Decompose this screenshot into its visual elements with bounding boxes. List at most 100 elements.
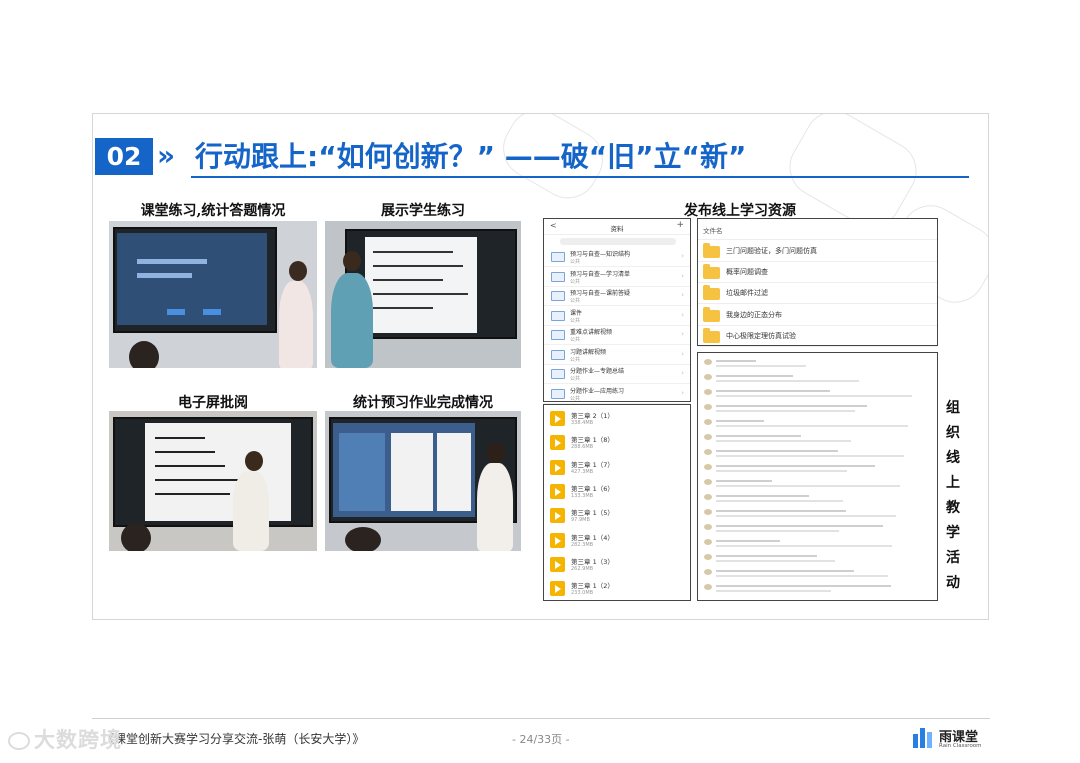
list-item-sub: 公共 — [570, 278, 581, 285]
folder-icon — [703, 243, 720, 258]
list-item-name: 习题讲解视频 — [570, 348, 607, 356]
vertical-label-char: 上 — [946, 475, 960, 491]
list-item-sub: 公共 — [570, 298, 581, 304]
video-list-item[interactable]: 第三章 1（2） 233.0MB — [544, 577, 690, 601]
video-list-item[interactable]: 第三章 1（5） 97.9MB — [544, 504, 690, 528]
video-list-item[interactable]: 第三章 1（7） 427.3MB — [544, 456, 690, 480]
phone-list-item[interactable]: 预习与自查—学习清单 公共 › — [544, 267, 690, 287]
post-line — [716, 380, 859, 382]
vertical-label-char: 活 — [946, 550, 960, 566]
avatar — [704, 464, 712, 470]
video-name: 第三章 1（2） — [571, 582, 614, 591]
video-name: 第三章 1（7） — [571, 460, 614, 469]
folder-list-header: 文件名 — [703, 227, 723, 235]
chevron-right-icon: › — [681, 369, 684, 377]
post-line — [716, 410, 855, 412]
page-number: - 24/33页 - — [512, 733, 570, 746]
vertical-label-char: 学 — [946, 525, 960, 541]
video-play-icon — [550, 508, 565, 524]
chevron-right-icon: › — [681, 349, 684, 358]
logo-text-en: Rain Classroom — [939, 743, 982, 749]
avatar — [704, 569, 712, 575]
phone-title: 资料 — [610, 225, 624, 233]
post-line — [716, 510, 846, 512]
phone-list-item[interactable]: 习题讲解视频 公共 › — [544, 345, 690, 365]
video-play-icon — [550, 532, 565, 548]
footer-divider — [92, 718, 990, 719]
vertical-label-char: 组 — [946, 400, 960, 416]
chevron-right-icon: › — [681, 388, 684, 397]
video-size: 262.9MB — [571, 565, 594, 572]
photo-student-work — [325, 221, 521, 368]
list-item-name: 分题作业—应用练习 — [570, 387, 625, 395]
folder-item[interactable]: 我身边的正态分布 — [698, 305, 937, 326]
phone-list-item[interactable]: 分题作业—专题总结 公共 › — [544, 364, 690, 384]
folder-icon — [551, 271, 565, 282]
video-name: 第三章 1（8） — [571, 436, 614, 445]
list-item-name: 重难点讲解视频 — [570, 329, 613, 336]
folder-icon — [703, 264, 720, 280]
avatar — [704, 404, 712, 410]
post-line — [716, 450, 838, 452]
video-list-item[interactable]: 第三章 1（8） 288.6MB — [544, 431, 690, 455]
post-line — [716, 575, 888, 577]
video-list-item[interactable]: 第三章 1（4） 282.3MB — [544, 529, 690, 553]
chevron-right-icon: › — [681, 310, 684, 319]
phone-list-item[interactable]: 重难点讲解视频 公共 › — [544, 325, 690, 345]
avatar — [704, 419, 712, 425]
post-line — [716, 455, 904, 457]
rain-classroom-logo-icon — [913, 728, 935, 750]
video-play-icon — [550, 556, 565, 572]
video-list-item[interactable]: 第三章 1（6） 133.3MB — [544, 480, 690, 504]
slide-header: 02 » 行动跟上:“如何创新？” ——破“旧”立“新” — [95, 138, 970, 178]
list-item-sub: 公共 — [570, 317, 581, 324]
phone-list-item[interactable]: 预习与自查—课前答疑 公共 › — [544, 286, 690, 306]
chevron-right-icon: › — [681, 271, 684, 280]
avatar — [704, 524, 712, 530]
post-line — [716, 365, 806, 367]
phone-search-bar[interactable] — [560, 238, 676, 245]
post-line — [716, 485, 900, 487]
slide-page: 02 » 行动跟上:“如何创新？” ——破“旧”立“新” 课堂练习,统计答题情况… — [0, 0, 1080, 763]
post-line — [716, 480, 772, 482]
folder-item[interactable]: 概率问题调查 — [698, 262, 937, 284]
double-chevron-icon: » — [157, 139, 175, 172]
post-line — [716, 560, 835, 562]
list-item-name: 预习与自查—知识结构 — [570, 251, 631, 258]
folder-item[interactable]: 三门问题验证，多门问题仿真 — [698, 241, 937, 262]
vertical-label-char: 线 — [946, 450, 960, 466]
caption-marking: 电子屏批阅 — [178, 395, 248, 411]
vertical-label: 组织线上教学活动 — [943, 396, 963, 596]
photo-class-practice — [109, 221, 317, 368]
photo-preview-stats — [325, 411, 521, 551]
video-name: 第三章 1（4） — [571, 533, 614, 542]
photo-screen-marking — [109, 411, 317, 551]
video-name: 第三章 1（3） — [571, 557, 614, 566]
phone-list-item[interactable]: 分题作业—应用练习 公共 › — [544, 384, 690, 404]
video-size: 282.3MB — [571, 541, 594, 548]
video-size: 288.6MB — [571, 444, 594, 451]
folder-list: 文件名 三门问题验证，多门问题仿真 概率问题调查 垃圾邮件过滤我身边的正态分布中心极… — [697, 218, 938, 347]
post-line — [716, 390, 830, 392]
video-size: 427.3MB — [571, 468, 594, 475]
video-list-item[interactable]: 第三章 1（3） 262.9MB — [544, 553, 690, 577]
post-line — [716, 420, 764, 422]
phone-list-item[interactable]: 预习与自查—知识结构 公共 › — [544, 247, 690, 267]
video-name: 第三章 1（6） — [571, 484, 614, 493]
video-list-item[interactable]: 第三章 2（1） 338.4MB — [544, 407, 690, 431]
avatar — [704, 434, 712, 440]
folder-name: 我身边的正态分布 — [726, 310, 782, 319]
folder-item[interactable]: 中心极限定理仿真试验 — [698, 326, 937, 347]
vertical-label-char: 动 — [946, 575, 960, 591]
folder-item[interactable]: 垃圾邮件过滤 — [698, 283, 937, 305]
caption-preview: 统计预习作业完成情况 — [353, 395, 493, 411]
folder-icon — [551, 369, 565, 379]
avatar — [704, 449, 712, 455]
section-number: 02 — [95, 138, 153, 175]
vertical-label-char: 教 — [946, 500, 960, 516]
folder-icon — [551, 330, 565, 340]
post-line — [716, 360, 756, 362]
phone-list-item[interactable]: 课件 公共 › — [544, 306, 690, 326]
add-icon[interactable]: + — [676, 220, 684, 230]
post-line — [716, 545, 892, 547]
